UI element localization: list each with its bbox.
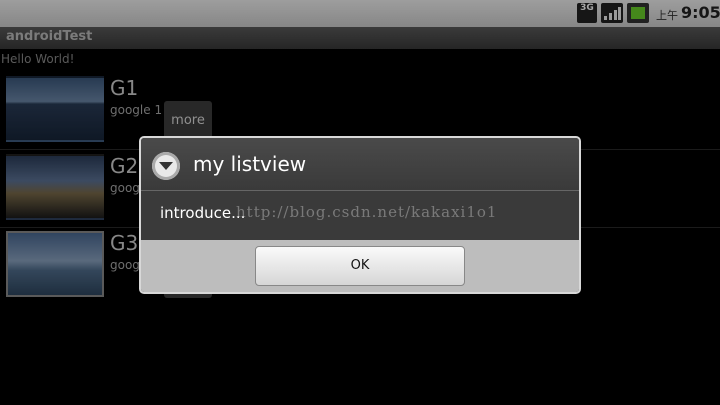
ok-button[interactable]: OK	[255, 246, 465, 286]
dialog-title: my listview	[193, 152, 307, 176]
dialog-header: my listview	[141, 138, 579, 191]
watermark-text: http://blog.csdn.net/kakaxi1o1	[236, 203, 498, 221]
dialog-message: introduce...	[160, 204, 246, 222]
dropdown-arrow-icon	[152, 152, 180, 180]
dialog-button-bar: OK	[141, 240, 579, 292]
